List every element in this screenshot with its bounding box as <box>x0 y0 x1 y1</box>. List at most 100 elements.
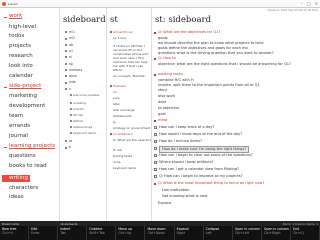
tree-item[interactable]: development <box>9 103 45 110</box>
tree-item[interactable]: ideas <box>9 194 24 201</box>
shortcut-key[interactable]: Move down Ctrl+Down <box>145 226 175 240</box>
maximize-icon[interactable]: □ <box>307 1 311 6</box>
tree-item[interactable]: journal <box>9 133 28 140</box>
note-row[interactable]: existing tasks <box>158 72 183 77</box>
tree-item[interactable]: team <box>9 113 23 120</box>
note-line[interactable]: testing tasks <box>113 154 132 158</box>
tree-item[interactable]: ml2 <box>69 36 75 40</box>
note-line[interactable]: strategy on govern/ment <box>113 126 150 130</box>
tree-item[interactable]: ml1 <box>69 30 75 34</box>
note-row[interactable]: dept <box>158 100 166 105</box>
note-line[interactable]: 1x 1 line <box>113 36 126 40</box>
note-line[interactable]: keyboard demo <box>113 166 136 170</box>
note-line[interactable]: on sideboard <box>113 132 133 136</box>
note-line[interactable]: Q: What are the objectives for Q1? <box>113 138 151 142</box>
tree-item[interactable]: side-project <box>9 83 41 90</box>
tree-item[interactable]: ab <box>69 43 73 47</box>
note-row[interactable]: Expand <box>158 201 171 206</box>
note-row[interactable]: Q: What is the most important thing to f… <box>158 181 264 186</box>
note-line[interactable]: later <box>113 102 120 106</box>
note-row[interactable]: How would I know days at the end of the … <box>159 132 242 137</box>
checkbox[interactable] <box>154 147 157 150</box>
note-line[interactable]: whiteboards <box>113 114 131 118</box>
checkbox[interactable] <box>154 168 157 171</box>
note-line[interactable]: Example <box>113 84 126 88</box>
checkbox[interactable] <box>154 140 157 143</box>
tree-item[interactable]: el <box>69 55 72 59</box>
tree-subitem[interactable]: emailing <box>73 101 86 105</box>
note-row[interactable]: objective: what are the right questions … <box>158 62 291 67</box>
checkbox[interactable] <box>154 161 157 164</box>
tree-item[interactable]: research <box>9 53 33 60</box>
note-line[interactable]: done <box>113 160 121 164</box>
tree-item[interactable]: p1 <box>69 49 73 53</box>
tree-item[interactable]: todos <box>9 33 24 40</box>
note-row[interactable]: How can I begin to clear out some of the… <box>159 153 253 158</box>
note-row[interactable]: ta objective <box>158 106 179 111</box>
tree-item[interactable]: work <box>9 13 22 20</box>
shortcut-key[interactable]: New tree Ctrl+N <box>0 226 30 240</box>
note-row[interactable]: meta <box>158 118 167 123</box>
note-row[interactable]: Not knowing what is next <box>162 194 208 199</box>
note-line[interactable]: web exchange <box>113 108 135 112</box>
shortcut-key[interactable]: Move up Ctrl+Up <box>116 226 146 240</box>
note-row[interactable]: reunite, split them to the important poi… <box>158 83 260 88</box>
note-row[interactable]: How do I make sure I'm doing the right t… <box>159 146 250 153</box>
shortcut-key[interactable]: Indent Tab <box>58 226 88 240</box>
tree-item[interactable]: writing <box>2 175 30 182</box>
tree-item[interactable]: done <box>69 74 77 78</box>
tree-item[interactable]: look into <box>9 63 33 70</box>
tree-subitem[interactable]: ClientX <box>73 107 84 111</box>
note-row[interactable]: How can I get a calendar view from Pilot… <box>159 167 239 172</box>
note-row[interactable]: How can I keep track of a day? <box>159 125 214 130</box>
tree-item[interactable]: learning projects <box>9 143 55 150</box>
note-line[interactable]: afford <box>113 68 122 72</box>
note-line[interactable]: Actual Priced <box>113 30 133 34</box>
shortcut-key[interactable]: Collapse Left <box>204 226 233 240</box>
tree-item[interactable]: books to read <box>9 163 47 170</box>
note-row[interactable]: also work <box>158 94 175 99</box>
checkbox[interactable] <box>154 154 157 157</box>
minimize-icon[interactable]: – <box>301 1 303 6</box>
tree-item[interactable]: ta <box>69 139 72 143</box>
note-line[interactable]: Q: lab <box>113 148 122 152</box>
note-line[interactable]: no <box>113 90 117 94</box>
shortcut-key[interactable]: Open in column to leftCtrl+Left <box>233 226 262 240</box>
note-row[interactable]: Q: How to <box>158 56 176 61</box>
tree-item[interactable]: ti <box>69 145 71 149</box>
note-line[interactable]: sure <box>113 96 119 100</box>
note-row[interactable]: goal <box>158 112 166 117</box>
shortcut-key[interactable]: Expand Right <box>175 226 204 240</box>
tree-subitem[interactable]: Github <box>73 119 83 123</box>
note-row[interactable]: Q: What are the objectives for Q1? <box>158 30 220 35</box>
note-line[interactable]: ty <box>113 120 116 124</box>
tree-subitem[interactable]: keyboard demo <box>73 131 96 135</box>
tree-item[interactable]: projects <box>9 43 31 50</box>
tree-item[interactable]: sg <box>69 62 73 66</box>
shortcut-key[interactable]: Exit Ctrl+Q <box>291 226 320 240</box>
tree-item[interactable]: calendar <box>9 73 33 80</box>
note-row[interactable]: Low motivation <box>162 188 190 193</box>
tree-item[interactable]: high-level <box>9 24 36 31</box>
note-row[interactable]: How do I archive items? <box>159 139 202 144</box>
checkbox[interactable] <box>154 126 157 129</box>
tree-subitem[interactable]: Git lab <box>73 113 83 117</box>
tree-item[interactable]: mentors <box>69 68 82 72</box>
close-icon[interactable]: × <box>315 1 318 6</box>
shortcut-key[interactable]: Outdent Shift+Tab <box>87 226 117 240</box>
tree-item[interactable]: x <box>69 87 71 91</box>
note-line[interactable]: as concepts 'MaxSite' <box>113 74 145 78</box>
tree-item[interactable]: characters <box>9 185 38 192</box>
note-row[interactable]: Q: How can I begin to improve at my proj… <box>159 174 243 179</box>
tree-subitem[interactable]: relationships <box>73 125 92 129</box>
tree-item[interactable]: questions <box>9 153 36 160</box>
tree-item[interactable]: errands <box>9 123 30 130</box>
shortcut-key[interactable]: Open in column to rightCtrl+Right <box>262 226 291 240</box>
shortcut-key[interactable]: Edit Enter <box>29 226 59 240</box>
tree-item[interactable]: hide <box>69 80 76 84</box>
tree-subitem[interactable]: welcome updates <box>73 93 99 97</box>
tree-item[interactable]: marketing <box>9 93 37 100</box>
note-row[interactable]: Where should I keep artifacts? <box>159 160 214 165</box>
checkbox[interactable] <box>154 175 157 178</box>
note-row[interactable]: story <box>158 88 167 93</box>
